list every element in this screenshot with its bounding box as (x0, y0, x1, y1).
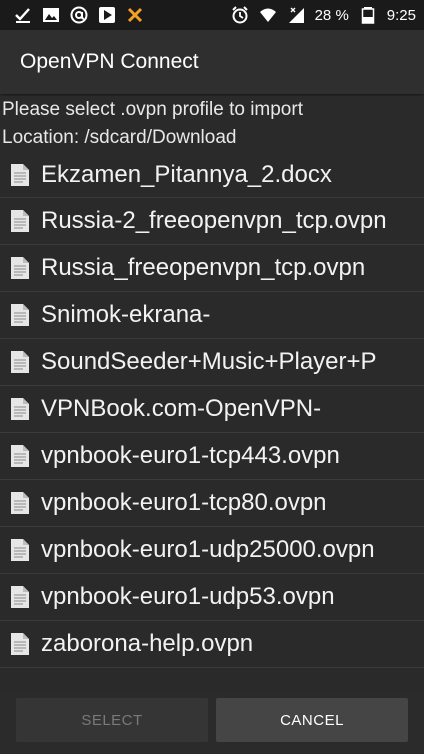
file-name: vpnbook-euro1-tcp80.ovpn (41, 489, 327, 516)
document-icon (10, 632, 30, 656)
file-item-russia-2-freeopenvpn[interactable]: Russia-2_freeopenvpn_tcp.ovpn (0, 198, 424, 245)
file-name: Snimok-ekrana- (41, 301, 211, 328)
file-name: Russia-2_freeopenvpn_tcp.ovpn (41, 207, 387, 234)
select-button[interactable]: SELECT (16, 698, 208, 742)
download-done-icon (14, 6, 32, 24)
status-bar: 28 % 9:25 (0, 0, 424, 30)
current-location: Location: /sdcard/Download (2, 127, 237, 148)
document-icon (10, 397, 30, 421)
file-item-zaborona-help[interactable]: zaborona-help.ovpn (0, 621, 424, 668)
app-title: OpenVPN Connect (20, 50, 199, 73)
image-icon (42, 6, 60, 24)
file-item-vpnbook-euro1-udp25000[interactable]: vpnbook-euro1-udp25000.ovpn (0, 527, 424, 574)
document-icon (10, 444, 30, 468)
wifi-icon (259, 6, 277, 24)
file-name: VPNBook.com-OpenVPN- (41, 395, 322, 422)
document-icon (10, 491, 30, 515)
document-icon (10, 209, 30, 233)
alarm-icon (231, 6, 249, 24)
cancel-button[interactable]: CANCEL (216, 698, 408, 742)
clock: 9:25 (386, 6, 416, 24)
import-profile-dialog: Please select .ovpn profile to import Lo… (0, 96, 424, 694)
signal-icon (287, 6, 305, 24)
file-item-soundseeder[interactable]: SoundSeeder+Music+Player+P (0, 339, 424, 386)
file-item-vpnbook-euro1-udp53[interactable]: vpnbook-euro1-udp53.ovpn (0, 574, 424, 621)
battery-icon (359, 6, 377, 24)
file-item-snimok-ekrana[interactable]: Snimok-ekrana- (0, 292, 424, 339)
status-left-icons (14, 6, 144, 24)
file-item-vpnbook-euro1-tcp443[interactable]: vpnbook-euro1-tcp443.ovpn (0, 433, 424, 480)
document-icon (10, 303, 30, 327)
file-name: Russia_freeopenvpn_tcp.ovpn (41, 254, 366, 281)
file-name: vpnbook-euro1-udp25000.ovpn (41, 536, 375, 563)
file-item-russia-freeopenvpn[interactable]: Russia_freeopenvpn_tcp.ovpn (0, 245, 424, 292)
document-icon (10, 538, 30, 562)
document-icon (10, 585, 30, 609)
battery-percent: 28 % (314, 6, 349, 24)
status-right-icons: 28 % 9:25 (231, 6, 416, 24)
document-icon (10, 163, 30, 187)
document-icon (10, 350, 30, 374)
app-bar: OpenVPN Connect (0, 30, 424, 94)
file-name: vpnbook-euro1-tcp443.ovpn (41, 442, 340, 469)
dialog-prompt: Please select .ovpn profile to import (2, 99, 303, 120)
x-app-icon (126, 6, 144, 24)
file-item-vpnbook-openvpn[interactable]: VPNBook.com-OpenVPN- (0, 386, 424, 433)
file-name: vpnbook-euro1-udp53.ovpn (41, 583, 335, 610)
play-store-icon (98, 6, 116, 24)
document-icon (10, 256, 30, 280)
file-name: zaborona-help.ovpn (41, 630, 254, 657)
dialog-button-bar: SELECT CANCEL (0, 694, 424, 754)
at-sign-icon (70, 6, 88, 24)
file-name: SoundSeeder+Music+Player+P (41, 348, 377, 375)
file-name: Ekzamen_Pitannya_2.docx (41, 160, 332, 188)
file-list: Ekzamen_Pitannya_2.docx Russia-2_freeope… (0, 152, 424, 668)
file-item-ekzamen-pitannya[interactable]: Ekzamen_Pitannya_2.docx (0, 152, 424, 198)
file-item-vpnbook-euro1-tcp80[interactable]: vpnbook-euro1-tcp80.ovpn (0, 480, 424, 527)
